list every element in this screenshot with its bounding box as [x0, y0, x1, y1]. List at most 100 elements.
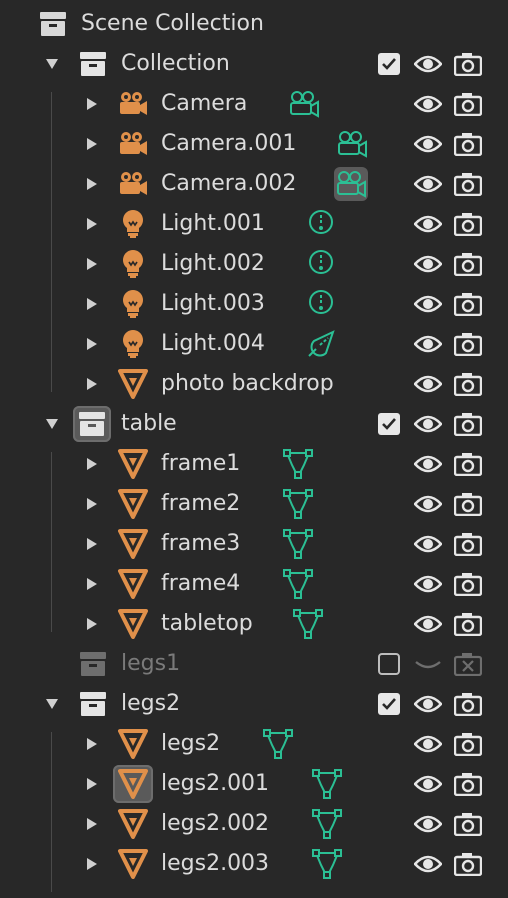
chevron-right-icon[interactable]	[82, 614, 102, 634]
collection-row-table[interactable]: table	[0, 404, 508, 444]
chevron-right-icon[interactable]	[82, 814, 102, 834]
exclude-checkbox[interactable]	[378, 693, 400, 715]
outliner-item-legs2-001[interactable]: legs2.001	[0, 764, 508, 804]
chevron-right-icon[interactable]	[82, 774, 102, 794]
outliner-item-legs2[interactable]: legs2	[0, 724, 508, 764]
camera-render-icon[interactable]	[452, 288, 484, 320]
eye-icon[interactable]	[412, 368, 444, 400]
mesh-data-icon[interactable]	[291, 607, 325, 641]
chevron-right-icon[interactable]	[82, 334, 102, 354]
chevron-right-icon[interactable]	[82, 854, 102, 874]
collection-row[interactable]: Collection	[0, 44, 508, 84]
mesh-data-icon[interactable]	[310, 847, 344, 881]
mesh-data-icon[interactable]	[281, 487, 315, 521]
chevron-down-icon[interactable]	[42, 414, 62, 434]
outliner-item-frame1[interactable]: frame1	[0, 444, 508, 484]
exclude-checkbox[interactable]	[378, 53, 400, 75]
eye-icon[interactable]	[412, 288, 444, 320]
outliner-item-frame3[interactable]: frame3	[0, 524, 508, 564]
eye-icon[interactable]	[412, 528, 444, 560]
chevron-right-icon[interactable]	[82, 214, 102, 234]
collection-row-legs2[interactable]: legs2	[0, 684, 508, 724]
mesh-data-icon[interactable]	[310, 807, 344, 841]
outliner-item-light-003[interactable]: Light.003	[0, 284, 508, 324]
exclude-checkbox[interactable]	[378, 653, 400, 675]
outliner-item-camera-001[interactable]: Camera.001	[0, 124, 508, 164]
outliner-item-light-004[interactable]: Light.004	[0, 324, 508, 364]
point-light-data-icon[interactable]	[304, 207, 338, 241]
camera-render-icon[interactable]	[452, 448, 484, 480]
chevron-down-icon[interactable]	[42, 694, 62, 714]
outliner-item-frame2[interactable]: frame2	[0, 484, 508, 524]
eye-icon[interactable]	[412, 168, 444, 200]
eye-icon[interactable]	[412, 128, 444, 160]
camera-render-disabled-icon[interactable]	[452, 648, 484, 680]
outliner-item-tabletop[interactable]: tabletop	[0, 604, 508, 644]
mesh-data-icon[interactable]	[261, 727, 295, 761]
camera-render-icon[interactable]	[452, 568, 484, 600]
eye-icon[interactable]	[412, 88, 444, 120]
chevron-right-icon[interactable]	[82, 574, 102, 594]
camera-render-icon[interactable]	[452, 48, 484, 80]
camera-data-icon[interactable]	[335, 127, 369, 161]
camera-render-icon[interactable]	[452, 768, 484, 800]
camera-data-icon[interactable]	[334, 167, 368, 201]
eye-icon[interactable]	[412, 328, 444, 360]
outliner-item-legs2-003[interactable]: legs2.003	[0, 844, 508, 884]
mesh-data-icon[interactable]	[281, 527, 315, 561]
camera-render-icon[interactable]	[452, 248, 484, 280]
camera-render-icon[interactable]	[452, 608, 484, 640]
chevron-right-icon[interactable]	[82, 454, 102, 474]
camera-render-icon[interactable]	[452, 808, 484, 840]
chevron-right-icon[interactable]	[82, 134, 102, 154]
point-light-data-icon[interactable]	[304, 247, 338, 281]
outliner-item-camera-002[interactable]: Camera.002	[0, 164, 508, 204]
chevron-right-icon[interactable]	[82, 534, 102, 554]
eye-icon[interactable]	[412, 848, 444, 880]
exclude-checkbox[interactable]	[378, 413, 400, 435]
chevron-right-icon[interactable]	[82, 94, 102, 114]
scene-collection-row[interactable]: Scene Collection	[0, 4, 508, 44]
eye-icon[interactable]	[412, 448, 444, 480]
eye-icon[interactable]	[412, 568, 444, 600]
eye-icon[interactable]	[412, 248, 444, 280]
camera-data-icon[interactable]	[287, 87, 321, 121]
outliner-item-frame4[interactable]: frame4	[0, 564, 508, 604]
eye-icon[interactable]	[412, 768, 444, 800]
eye-icon[interactable]	[412, 808, 444, 840]
camera-render-icon[interactable]	[452, 368, 484, 400]
chevron-down-icon[interactable]	[42, 54, 62, 74]
chevron-right-icon[interactable]	[82, 374, 102, 394]
mesh-data-icon[interactable]	[281, 567, 315, 601]
outliner-item-light-001[interactable]: Light.001	[0, 204, 508, 244]
eye-icon[interactable]	[412, 728, 444, 760]
eye-icon[interactable]	[412, 48, 444, 80]
camera-render-icon[interactable]	[452, 688, 484, 720]
outliner-item-camera[interactable]: Camera	[0, 84, 508, 124]
chevron-right-icon[interactable]	[82, 254, 102, 274]
outliner-item-light-002[interactable]: Light.002	[0, 244, 508, 284]
camera-render-icon[interactable]	[452, 328, 484, 360]
chevron-right-icon[interactable]	[82, 494, 102, 514]
camera-render-icon[interactable]	[452, 528, 484, 560]
mesh-data-icon[interactable]	[310, 767, 344, 801]
eye-icon[interactable]	[412, 688, 444, 720]
chevron-right-icon[interactable]	[82, 174, 102, 194]
chevron-right-icon[interactable]	[82, 734, 102, 754]
eye-icon[interactable]	[412, 608, 444, 640]
collection-row-legs1[interactable]: legs1	[0, 644, 508, 684]
outliner-item-legs2-002[interactable]: legs2.002	[0, 804, 508, 844]
camera-render-icon[interactable]	[452, 488, 484, 520]
camera-render-icon[interactable]	[452, 128, 484, 160]
eye-icon[interactable]	[412, 488, 444, 520]
chevron-right-icon[interactable]	[82, 294, 102, 314]
camera-render-icon[interactable]	[452, 168, 484, 200]
camera-render-icon[interactable]	[452, 408, 484, 440]
mesh-data-icon[interactable]	[281, 447, 315, 481]
spot-light-data-icon[interactable]	[304, 327, 338, 361]
camera-render-icon[interactable]	[452, 848, 484, 880]
outliner-item-photo-backdrop[interactable]: photo backdrop	[0, 364, 508, 404]
camera-render-icon[interactable]	[452, 728, 484, 760]
eye-icon[interactable]	[412, 208, 444, 240]
camera-render-icon[interactable]	[452, 208, 484, 240]
